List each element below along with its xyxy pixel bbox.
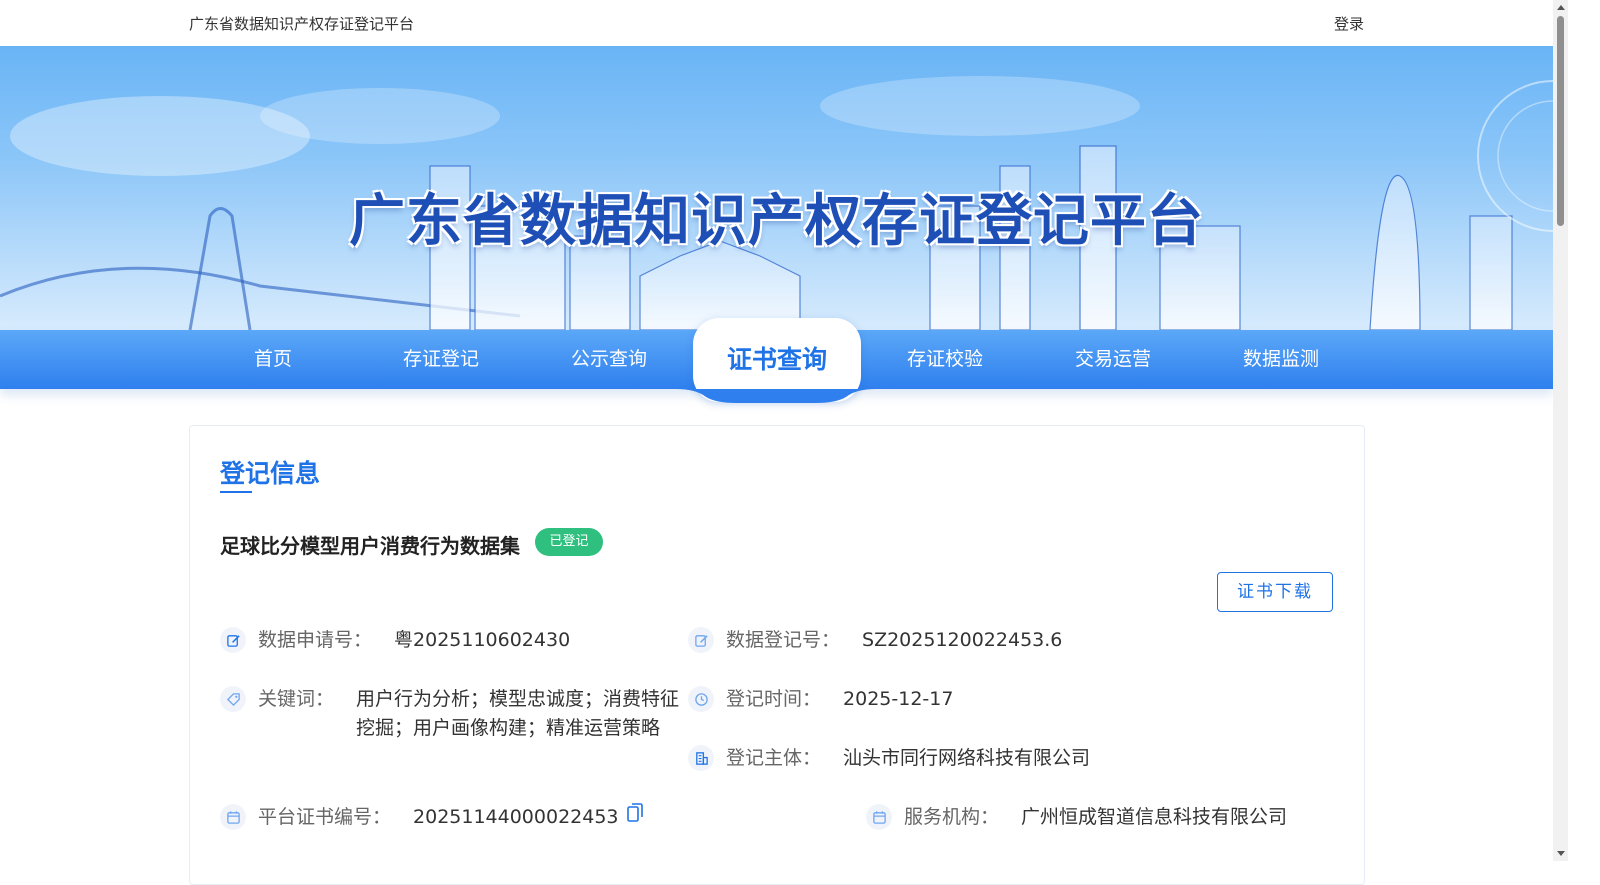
main-nav: 首页 存证登记 公示查询 证书查询 存证校验 交易运营 数据监测 (0, 318, 1553, 403)
field-label: 数据登记号： (726, 629, 841, 651)
nav-item-home[interactable]: 首页 (189, 330, 357, 389)
section-title: 登记信息 (220, 459, 321, 488)
nav-item-monitoring[interactable]: 数据监测 (1197, 330, 1365, 389)
field-value: 2025-12-17 (843, 688, 954, 710)
clock-icon (688, 686, 714, 712)
certificate-download-button[interactable]: 证书下载 (1217, 572, 1333, 612)
building-icon (688, 745, 714, 771)
login-link[interactable]: 登录 (1334, 13, 1364, 34)
scroll-up-arrow-icon[interactable] (1557, 5, 1565, 10)
field-registration-time: 登记时间： 2025-12-17 (688, 685, 953, 714)
field-label: 登记时间： (726, 688, 822, 710)
nav-item-registration[interactable]: 存证登记 (357, 330, 525, 389)
section-underline (220, 491, 252, 493)
status-badge: 已登记 (535, 528, 603, 556)
scroll-down-arrow-icon[interactable] (1557, 851, 1565, 856)
field-registration-no: 数据登记号： SZ2025120022453.6 (688, 626, 1062, 655)
site-name[interactable]: 广东省数据知识产权存证登记平台 (189, 13, 414, 34)
calendar-icon (220, 804, 246, 830)
field-value: 20251144000022453 (413, 806, 619, 828)
field-value: 汕头市同行网络科技有限公司 (843, 747, 1091, 769)
field-label: 服务机构： (904, 806, 1000, 828)
hero-banner: 广东省数据知识产权存证登记平台 (0, 46, 1553, 330)
tag-icon (220, 686, 246, 712)
field-value: 粤2025110602430 (394, 629, 571, 651)
registration-info-card: 登记信息 足球比分模型用户消费行为数据集 已登记 证书下载 数据申请号： 粤20… (189, 425, 1365, 885)
field-label: 关键词： (258, 688, 335, 710)
field-label: 平台证书编号： (258, 806, 392, 828)
page-scrollbar[interactable] (1553, 0, 1568, 861)
field-value: 用户行为分析；模型忠诚度；消费特征挖掘；用户画像构建；精准运营策略 (356, 688, 680, 739)
field-application-no: 数据申请号： 粤2025110602430 (220, 626, 570, 655)
field-value: SZ2025120022453.6 (862, 629, 1063, 651)
copy-icon[interactable] (626, 803, 643, 826)
top-bar: 广东省数据知识产权存证登记平台 登录 (0, 0, 1553, 46)
banner-title: 广东省数据知识产权存证登记平台 (349, 189, 1204, 254)
field-registrant: 登记主体： 汕头市同行网络科技有限公司 (688, 744, 1090, 773)
field-keywords: 关键词： 用户行为分析；模型忠诚度；消费特征挖掘；用户画像构建；精准运营策略 (220, 685, 692, 743)
dataset-name: 足球比分模型用户消费行为数据集 (220, 534, 520, 558)
nav-item-trading[interactable]: 交易运营 (1029, 330, 1197, 389)
scrollbar-thumb[interactable] (1557, 16, 1564, 226)
edit-icon (220, 627, 246, 653)
calendar-icon (866, 804, 892, 830)
field-label: 登记主体： (726, 747, 822, 769)
field-value: 广州恒成智道信息科技有限公司 (1021, 806, 1288, 828)
field-certificate-no: 平台证书编号： 20251144000022453 (220, 803, 643, 832)
active-tab-notch (676, 389, 876, 403)
edit-icon (688, 627, 714, 653)
field-label: 数据申请号： (258, 629, 373, 651)
nav-item-public-query[interactable]: 公示查询 (525, 330, 693, 389)
field-service-agency: 服务机构： 广州恒成智道信息科技有限公司 (866, 803, 1287, 832)
nav-item-verification[interactable]: 存证校验 (861, 330, 1029, 389)
